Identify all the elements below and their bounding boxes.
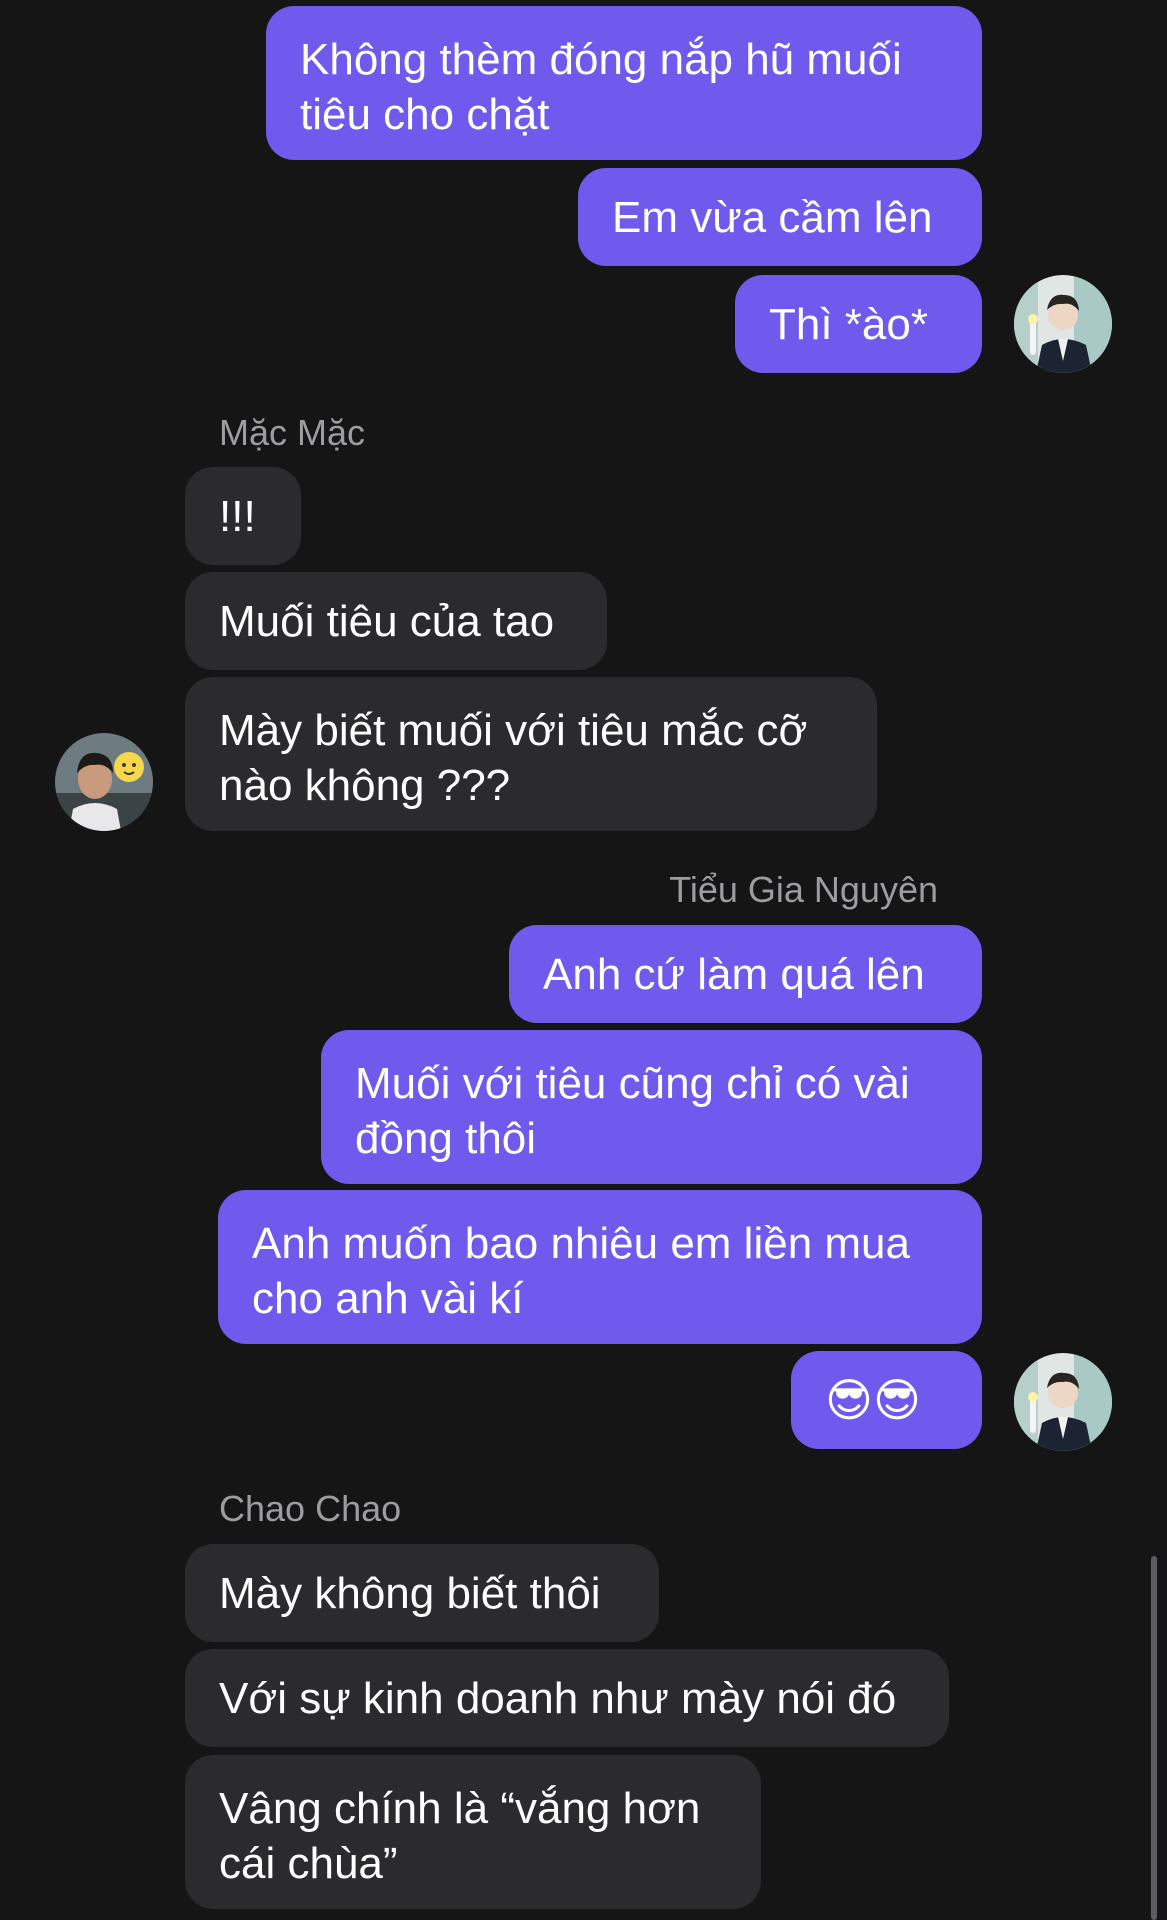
message-bubble-outgoing[interactable]: Không thèm đóng nắp hũ muối tiêu cho chặ… [266,6,982,160]
message-text: Anh muốn bao nhiêu em liền mua cho anh v… [252,1219,910,1323]
avatar-self[interactable] [1014,275,1112,373]
avatar-mac-mac[interactable] [55,733,153,831]
message-text: Muối với tiêu cũng chỉ có vài đồng thôi [355,1059,910,1163]
message-bubble-incoming[interactable]: Muối tiêu của tao [185,572,607,670]
message-text: Em vừa cầm lên [612,192,933,242]
avatar-self-image [1014,1353,1112,1451]
avatar-mac-mac-image [55,733,153,831]
message-bubble-outgoing[interactable]: Muối với tiêu cũng chỉ có vài đồng thôi [321,1030,982,1184]
message-bubble-incoming[interactable]: Vâng chính là “vắng hơn cái chùa” [185,1755,761,1909]
scrollbar-thumb[interactable] [1151,1556,1157,1920]
message-bubble-incoming[interactable]: !!! [185,467,301,565]
message-text: !!! [219,491,256,541]
message-bubble-outgoing[interactable]: Em vừa cầm lên [578,168,982,266]
sender-name: Chao Chao [219,1488,402,1529]
message-bubble-outgoing[interactable]: Thì *ào* [735,275,982,373]
avatar-self-image [1014,275,1112,373]
message-text: Muối tiêu của tao [219,596,555,646]
message-bubble-outgoing[interactable]: Anh muốn bao nhiêu em liền mua cho anh v… [218,1190,982,1344]
sender-name: Tiểu Gia Nguyên [669,869,938,910]
message-bubble-outgoing[interactable]: 😎😎 [791,1351,982,1449]
message-text: Vâng chính là “vắng hơn cái chùa” [219,1784,701,1888]
message-text: Mày biết muối với tiêu mắc cỡ nào không … [219,706,808,810]
message-bubble-incoming[interactable]: Mày không biết thôi [185,1544,659,1642]
message-text: 😎😎 [825,1373,921,1426]
message-text: Không thèm đóng nắp hũ muối tiêu cho chặ… [300,35,902,139]
message-text: Mày không biết thôi [219,1568,601,1618]
message-bubble-outgoing[interactable]: Anh cứ làm quá lên [509,925,982,1023]
avatar-self[interactable] [1014,1353,1112,1451]
message-text: Với sự kinh doanh như mày nói đó [219,1673,897,1723]
message-bubble-incoming[interactable]: Với sự kinh doanh như mày nói đó [185,1649,949,1747]
message-text: Anh cứ làm quá lên [543,949,925,999]
message-text: Thì *ào* [769,299,928,349]
sender-name: Mặc Mặc [219,412,366,453]
message-bubble-incoming[interactable]: Mày biết muối với tiêu mắc cỡ nào không … [185,677,877,831]
